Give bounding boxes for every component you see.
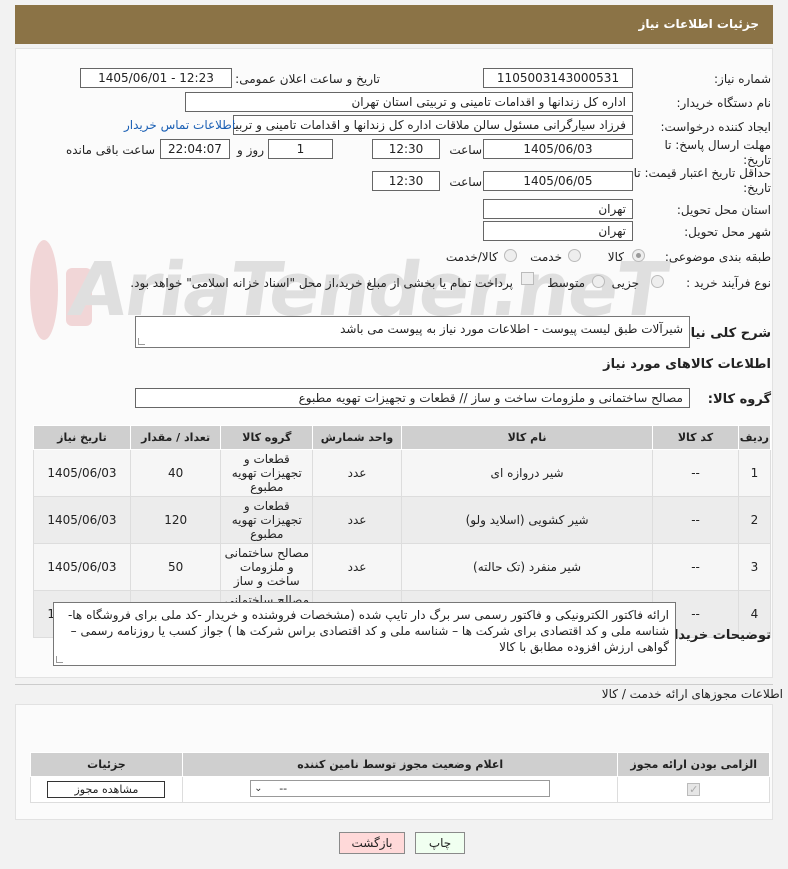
announce-label: تاریخ و ساعت اعلان عمومی: [235, 72, 380, 86]
buyer-field[interactable]: اداره کل زندانها و اقدامات تامینی و تربی… [185, 92, 633, 112]
row-date: 1405/06/03 [33, 543, 131, 591]
row-idx: 1 [737, 449, 772, 497]
row-unit: عدد [312, 449, 402, 497]
category-service-radio[interactable] [568, 249, 581, 262]
process-minor-radio[interactable] [651, 275, 664, 288]
row-code: -- [652, 449, 739, 497]
row-code: -- [652, 496, 739, 544]
row-name: شیر کشویی (اسلاید ولو) [400, 496, 654, 544]
buyer-label: نام دستگاه خریدار: [676, 96, 772, 110]
remaining-time-field[interactable]: 22:04:07 [160, 139, 230, 159]
price-validity-label: حداقل تاریخ اعتبار قیمت: تا تاریخ: [633, 166, 771, 195]
col-qty: تعداد / مقدار [129, 425, 222, 450]
chevron-down-icon: ⌄ [254, 782, 263, 794]
category-goods-label: کالا [607, 250, 624, 264]
goods-table-header: ردیف کد کالا نام کالا واحد شمارش گروه کا… [33, 425, 772, 450]
row-group: قطعات و تجهیزات تهویه مطبوع [220, 496, 314, 544]
buyer-notes-field[interactable]: ارائه فاکتور الکترونیکی و فاکتور رسمی سر… [53, 602, 676, 666]
category-both-radio[interactable] [504, 249, 517, 262]
permits-table: الزامی بودن ارائه مجوز اعلام وضعیت مجوز … [30, 752, 770, 803]
province-label: استان محل تحویل: [676, 203, 771, 217]
row-unit: عدد [312, 543, 402, 591]
process-medium-label: متوسط [547, 276, 585, 290]
page-header: جزئیات اطلاعات نیاز [15, 5, 773, 44]
creator-label: ایجاد کننده درخواست: [660, 120, 771, 134]
need-number-field[interactable]: 1105003143000531 [483, 68, 633, 88]
col-unit: واحد شمارش [312, 425, 402, 450]
row-date: 1405/06/03 [33, 449, 131, 497]
col-permit-status: اعلام وضعیت مجوز توسط نامین کننده [181, 752, 619, 777]
announce-date-field[interactable]: 1405/06/01 - 12:23 [80, 68, 232, 88]
treasury-payment-note: پرداخت تمام یا بخشی از مبلغ خرید،از محل … [130, 276, 513, 290]
print-button[interactable]: چاپ [415, 832, 465, 854]
row-group: مصالح ساختمانی و ملزومات ساخت و ساز [220, 543, 314, 591]
row-idx: 2 [737, 496, 772, 544]
col-row: ردیف [737, 425, 772, 450]
category-label: طبقه بندی موضوعی: [664, 250, 771, 264]
province-field[interactable]: تهران [483, 199, 633, 219]
deadline-time-label: ساعت [449, 143, 482, 157]
buyer-contact-link[interactable]: اطلاعات تماس خریدار [124, 118, 235, 132]
goods-group-field[interactable]: مصالح ساختمانی و ملزومات ساخت و ساز // ق… [135, 388, 690, 408]
section-divider [15, 684, 773, 685]
col-code: کد کالا [652, 425, 739, 450]
table-row: 2 -- شیر کشویی (اسلاید ولو) عدد قطعات و … [33, 496, 772, 544]
permits-title: اطلاعات مجوزهای ارائه خدمت / کالا [601, 687, 783, 701]
page-title: جزئیات اطلاعات نیاز [638, 17, 759, 31]
city-label: شهر محل تحویل: [684, 225, 771, 239]
row-idx: 3 [737, 543, 772, 591]
row-name: شیر منفرد (تک حالته) [400, 543, 654, 591]
need-number-label: شماره نیاز: [714, 72, 771, 86]
category-goods-radio[interactable] [632, 249, 645, 262]
deadline-date-field[interactable]: 1405/06/03 [483, 139, 633, 159]
process-label: نوع فرآیند خرید : [686, 276, 771, 290]
row-unit: عدد [312, 496, 402, 544]
price-date-field[interactable]: 1405/06/05 [483, 171, 633, 191]
price-time-label: ساعت [449, 175, 482, 189]
description-field[interactable]: شیرآلات طبق لیست پیوست - اطلاعات مورد نی… [135, 316, 690, 348]
row-date: 1405/06/03 [33, 496, 131, 544]
permits-table-header: الزامی بودن ارائه مجوز اعلام وضعیت مجوز … [30, 752, 770, 777]
col-group: گروه کالا [220, 425, 314, 450]
deadline-label: مهلت ارسال پاسخ: تا تاریخ: [664, 138, 771, 167]
permit-required-cell: ✓ [617, 776, 770, 803]
permit-details-cell: مشاهده مجوز [30, 776, 183, 803]
col-date: تاریخ نیاز [33, 425, 131, 450]
col-permit-details: جزئیات [30, 752, 183, 777]
buyer-notes-label: توضیحات خریدار: [661, 628, 771, 643]
city-field[interactable]: تهران [483, 221, 633, 241]
deadline-time-field[interactable]: 12:30 [372, 139, 440, 159]
goods-info-title: اطلاعات کالاهای مورد نیاز [603, 357, 771, 372]
table-row: 3 -- شیر منفرد (تک حالته) عدد مصالح ساخت… [33, 543, 772, 591]
view-permit-button[interactable]: مشاهده مجوز [47, 781, 166, 798]
row-qty: 40 [129, 449, 222, 497]
remaining-label: ساعت باقی مانده [65, 143, 155, 157]
row-group: قطعات و تجهیزات تهویه مطبوع [220, 449, 314, 497]
days-field[interactable]: 1 [268, 139, 333, 159]
permit-status-value: -- [279, 781, 288, 795]
row-qty: 120 [129, 496, 222, 544]
price-time-field[interactable]: 12:30 [372, 171, 440, 191]
permit-status-cell: -- ⌄ [181, 776, 619, 803]
col-permit-required: الزامی بودن ارائه مجوز [617, 752, 770, 777]
days-label: روز و [237, 143, 264, 157]
row-name: شیر دروازه ای [400, 449, 654, 497]
permit-status-select[interactable]: -- ⌄ [250, 779, 551, 797]
col-name: نام کالا [400, 425, 654, 450]
process-medium-radio[interactable] [592, 275, 605, 288]
permit-required-checkbox[interactable]: ✓ [687, 783, 701, 796]
table-row: 1 -- شیر دروازه ای عدد قطعات و تجهیزات ت… [33, 449, 772, 497]
creator-field[interactable]: فرزاد سیارگرانی مسئول سالن ملاقات اداره … [233, 115, 633, 135]
treasury-payment-checkbox[interactable] [521, 272, 534, 285]
goods-group-label: گروه کالا: [707, 392, 771, 407]
category-both-label: کالا/خدمت [445, 250, 498, 264]
category-service-label: خدمت [530, 250, 562, 264]
table-row: ✓ -- ⌄ مشاهده مجوز [30, 776, 770, 803]
back-button[interactable]: بازگشت [339, 832, 405, 854]
description-label: شرح کلی نیاز: [677, 326, 771, 341]
row-qty: 50 [129, 543, 222, 591]
process-minor-label: جزیی [611, 276, 639, 290]
row-code: -- [652, 543, 739, 591]
